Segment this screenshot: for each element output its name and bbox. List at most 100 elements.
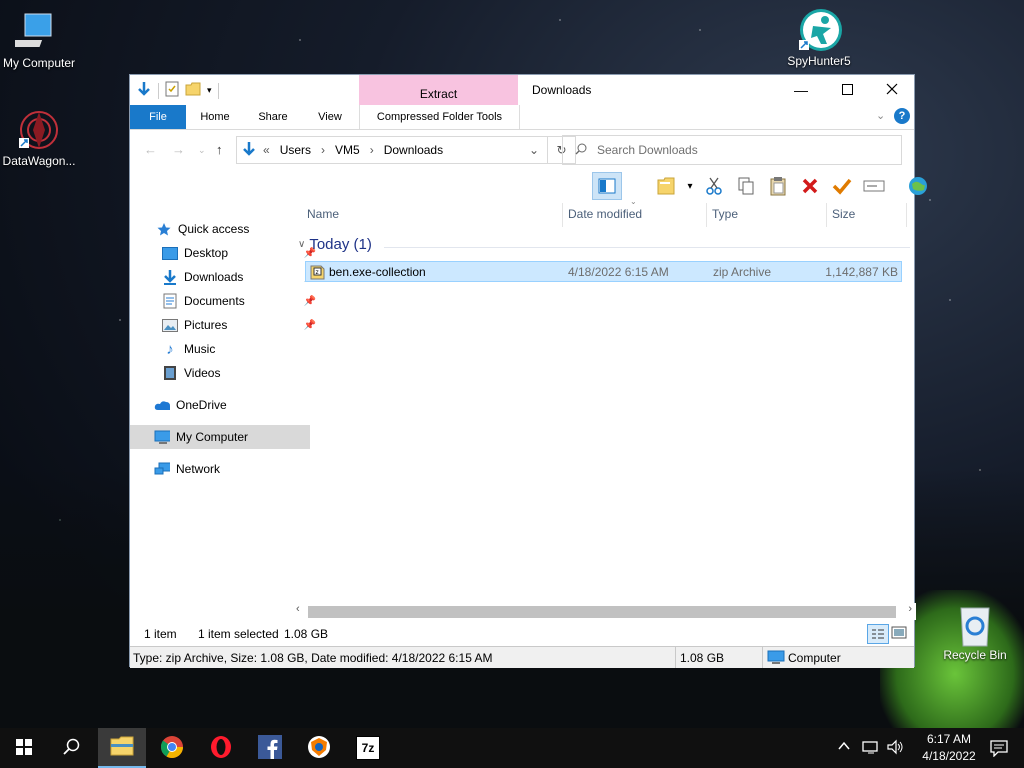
scroll-right-icon[interactable]: ›: [908, 603, 912, 615]
taskbar-opera[interactable]: [197, 728, 245, 768]
pin-icon[interactable]: 📌: [304, 296, 316, 307]
large-icons-view-icon[interactable]: [890, 625, 908, 644]
nav-item-onedrive[interactable]: OneDrive: [130, 393, 310, 417]
copy-icon[interactable]: [732, 173, 760, 199]
column-divider[interactable]: [906, 203, 907, 227]
taskbar-browser[interactable]: [295, 728, 343, 768]
desktop-icon-recycle-bin[interactable]: Recycle Bin: [930, 602, 1020, 662]
breadcrumb-users[interactable]: Users: [280, 143, 311, 157]
customize-qat-icon[interactable]: ▾: [207, 85, 212, 96]
breadcrumb-vm5[interactable]: VM5: [335, 143, 360, 157]
nav-item-pictures[interactable]: Pictures 📌: [130, 313, 318, 337]
nav-item-videos[interactable]: Videos: [130, 361, 318, 385]
taskbar-file-explorer[interactable]: [98, 728, 146, 768]
column-divider[interactable]: [706, 203, 707, 227]
taskbar-facebook[interactable]: [246, 728, 294, 768]
nav-item-downloads[interactable]: Downloads 📌: [130, 265, 318, 289]
nav-item-documents[interactable]: Documents 📌: [130, 289, 318, 313]
details-view-icon[interactable]: [867, 624, 889, 644]
extract-label: Extract: [419, 87, 458, 101]
volume-icon[interactable]: [886, 739, 904, 758]
close-button[interactable]: [869, 75, 915, 105]
tab-share[interactable]: Share: [250, 105, 296, 129]
column-header-type[interactable]: Type: [712, 203, 738, 229]
file-row[interactable]: z ben.exe-collection 4/18/2022 6:15 AM z…: [305, 261, 902, 282]
breadcrumb-overflow[interactable]: «: [263, 143, 270, 157]
nav-item-label: Quick access: [178, 222, 250, 236]
tab-file[interactable]: File: [130, 105, 186, 129]
pin-icon[interactable]: 📌: [304, 320, 316, 331]
down-arrow-icon[interactable]: [136, 81, 152, 100]
forward-button[interactable]: →: [172, 142, 185, 157]
tab-view[interactable]: View: [307, 105, 353, 129]
new-folder-icon[interactable]: [185, 82, 201, 99]
extract-context-tab[interactable]: Extract: [359, 75, 518, 105]
tab-compressed-folder-tools[interactable]: Compressed Folder Tools: [359, 105, 520, 129]
new-item-icon[interactable]: [652, 173, 680, 199]
paste-icon[interactable]: [764, 173, 792, 199]
notification-icon[interactable]: [990, 739, 1008, 760]
maximize-icon: [841, 82, 853, 98]
nav-item-my-computer[interactable]: My Computer: [130, 425, 310, 449]
cut-icon[interactable]: [700, 173, 728, 199]
clock-date[interactable]: 4/18/2022: [912, 749, 986, 763]
separator: [626, 173, 648, 199]
nav-item-music[interactable]: ♪ Music: [130, 337, 318, 361]
details-bar: Type: zip Archive, Size: 1.08 GB, Date m…: [130, 646, 914, 668]
breadcrumb-downloads[interactable]: Downloads: [384, 143, 443, 157]
rename-icon[interactable]: [860, 173, 888, 199]
desktop-icon-my-computer[interactable]: My Computer: [0, 10, 84, 70]
nav-item-network[interactable]: Network: [130, 457, 310, 481]
up-button[interactable]: ↑: [216, 142, 223, 157]
properties-icon[interactable]: [165, 81, 179, 100]
tab-home[interactable]: Home: [192, 105, 238, 129]
globe-icon[interactable]: [904, 173, 932, 199]
start-button[interactable]: [0, 728, 48, 768]
quick-access-toolbar: ▾: [136, 81, 219, 100]
taskbar-7zip[interactable]: 7z: [344, 728, 392, 768]
taskbar-chrome[interactable]: [148, 728, 196, 768]
minimize-button[interactable]: —: [778, 75, 824, 105]
nav-item-desktop[interactable]: Desktop 📌: [130, 241, 318, 265]
group-header-today[interactable]: ∨ Today (1): [298, 236, 372, 253]
expand-ribbon-icon[interactable]: ⌄: [876, 109, 885, 122]
column-header-size[interactable]: Size: [832, 203, 855, 229]
clock-time[interactable]: 6:17 AM: [912, 732, 986, 746]
separator: [158, 82, 159, 99]
collapse-group-icon[interactable]: ∨: [298, 239, 305, 250]
item-count: 1 item: [144, 627, 177, 641]
desktop-folder-icon: [162, 246, 178, 260]
scrollbar-thumb[interactable]: [308, 606, 896, 618]
address-bar[interactable]: « Users › VM5 › Downloads ⌄: [236, 136, 548, 164]
column-header-name[interactable]: Name: [307, 203, 339, 229]
address-dropdown-icon[interactable]: ⌄: [529, 143, 539, 157]
search-button[interactable]: [48, 728, 96, 768]
chevron-right-icon[interactable]: ›: [321, 143, 325, 157]
column-header-date[interactable]: Date modified: [568, 203, 642, 229]
back-button[interactable]: ←: [144, 142, 157, 157]
selection-size: 1.08 GB: [284, 627, 329, 641]
scroll-left-icon[interactable]: ‹: [296, 603, 300, 615]
search-input[interactable]: Search Downloads: [597, 143, 698, 157]
desktop-icon-datawagon[interactable]: DataWagon...: [0, 108, 84, 168]
chevron-right-icon[interactable]: ›: [370, 143, 374, 157]
desktop-icon-spyhunter[interactable]: SpyHunter5: [774, 8, 864, 68]
search-box[interactable]: Search Downloads: [562, 135, 902, 165]
column-divider[interactable]: [562, 203, 563, 227]
svg-text:z: z: [316, 269, 319, 276]
delete-icon[interactable]: [796, 173, 824, 199]
show-hidden-icons-icon[interactable]: [838, 740, 850, 754]
preview-pane-icon[interactable]: [592, 172, 622, 200]
nav-item-quick-access[interactable]: Quick access: [130, 217, 312, 241]
recent-locations-icon[interactable]: ⌄: [198, 145, 206, 156]
new-item-dropdown-icon[interactable]: ▾: [684, 173, 696, 199]
network-tray-icon[interactable]: [862, 739, 880, 758]
nav-item-label: Documents: [184, 294, 245, 308]
help-icon[interactable]: ?: [894, 108, 910, 124]
nav-item-label: Downloads: [184, 270, 244, 284]
maximize-button[interactable]: [824, 75, 870, 105]
column-divider[interactable]: [826, 203, 827, 227]
nav-item-label: Pictures: [184, 318, 228, 332]
checkmark-icon[interactable]: [828, 173, 856, 199]
minimize-icon: —: [794, 82, 808, 98]
